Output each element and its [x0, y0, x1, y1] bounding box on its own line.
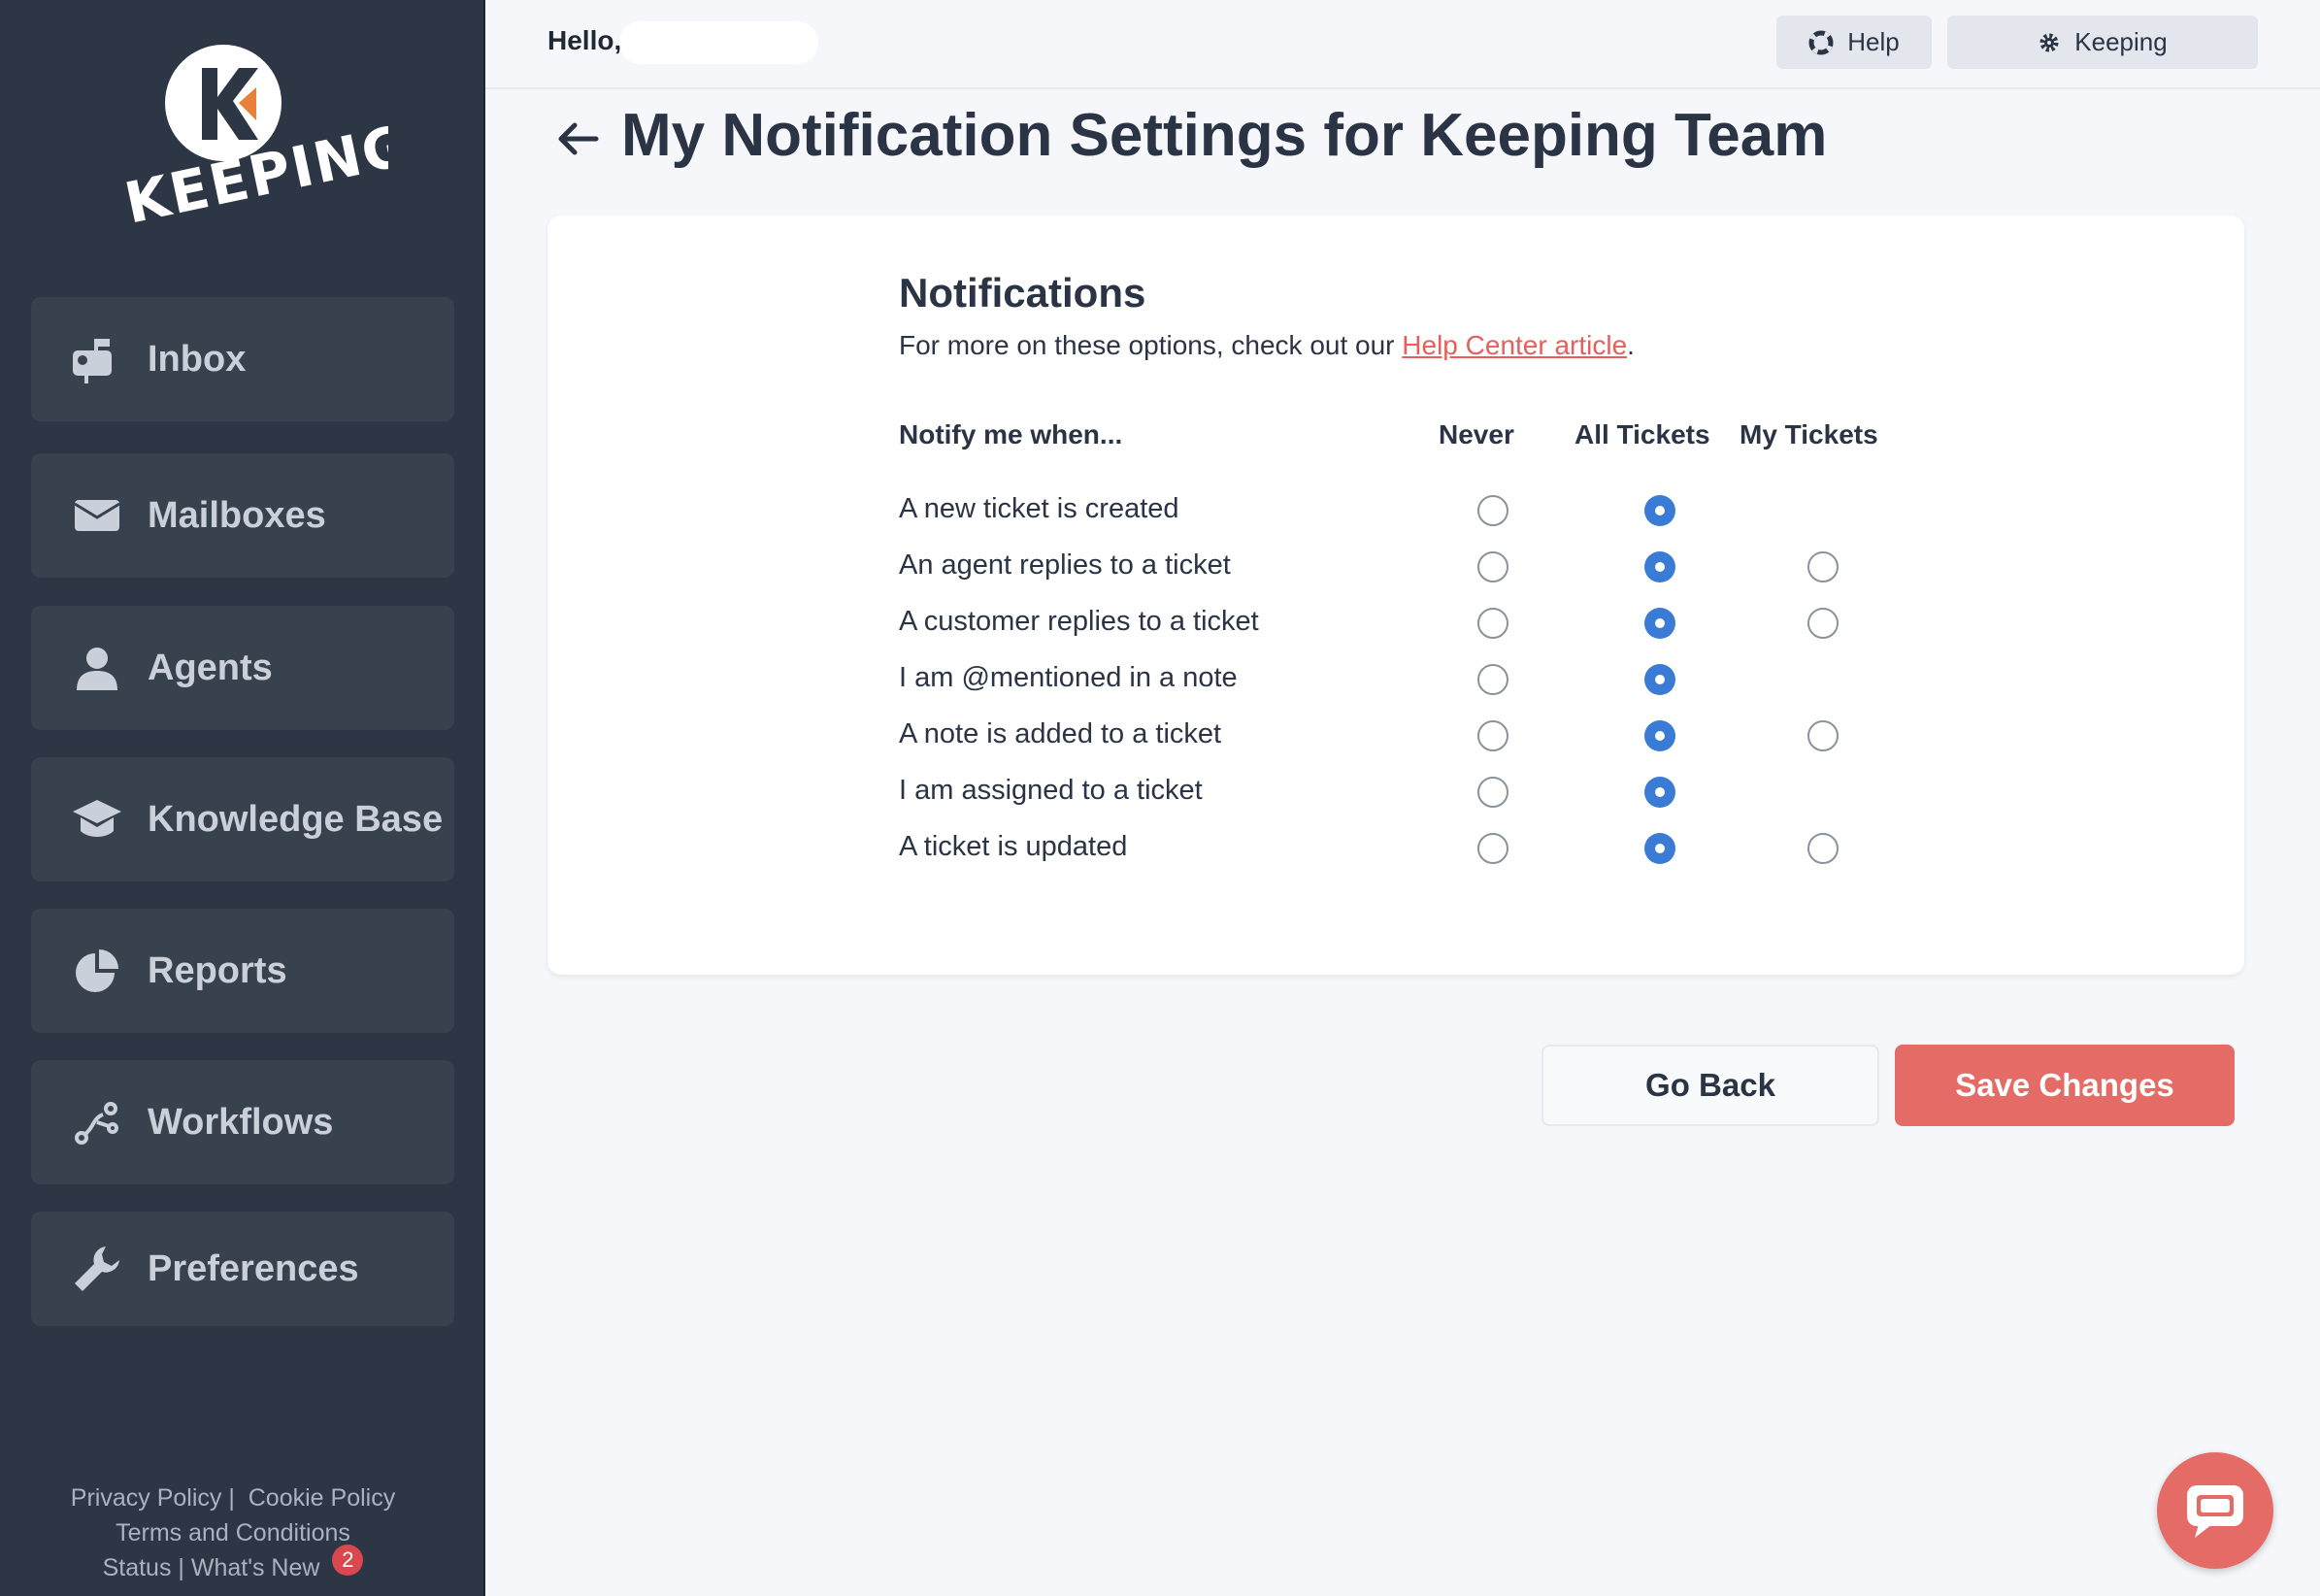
sidebar-item-label: Agents: [148, 647, 273, 688]
column-header-event: Notify me when...: [899, 419, 1123, 449]
account-label: Keeping: [2074, 27, 2168, 56]
sidebar-item-inbox[interactable]: Inbox: [31, 297, 454, 421]
user-name-redacted: [619, 21, 818, 64]
mailbox-icon: [66, 328, 128, 390]
privacy-policy-link[interactable]: Privacy Policy: [71, 1484, 222, 1512]
notification-event-label: A ticket is updated: [899, 831, 1128, 862]
chat-widget-button[interactable]: [2157, 1452, 2273, 1569]
page-title: My Notification Settings for Keeping Tea…: [621, 102, 1828, 169]
account-button[interactable]: Keeping: [1947, 16, 2258, 69]
back-arrow-icon[interactable]: [553, 115, 602, 163]
sidebar-item-reports[interactable]: Reports: [31, 909, 454, 1033]
subtitle-period: .: [1627, 330, 1635, 360]
notification-event-label: A customer replies to a ticket: [899, 606, 1259, 637]
notification-event-label: I am assigned to a ticket: [899, 775, 1203, 806]
notification-event-label: An agent replies to a ticket: [899, 549, 1231, 581]
footer-separator: |: [228, 1484, 235, 1512]
subtitle-text: For more on these options, check out our: [899, 330, 1403, 360]
help-center-link[interactable]: Help Center article: [1402, 330, 1627, 360]
column-header-never: Never: [1439, 419, 1514, 449]
help-button[interactable]: Help: [1776, 16, 1932, 69]
sidebar-item-label: Workflows: [148, 1101, 334, 1143]
radio-never[interactable]: [1477, 608, 1508, 639]
go-back-button[interactable]: Go Back: [1541, 1045, 1879, 1126]
lifebuoy-icon: [1808, 30, 1834, 55]
graduation-cap-icon: [66, 788, 128, 850]
radio-never[interactable]: [1477, 777, 1508, 808]
radio-all-tickets[interactable]: [1644, 720, 1675, 751]
section-subtitle: For more on these options, check out our…: [899, 330, 1635, 361]
sidebar-item-label: Mailboxes: [148, 494, 326, 536]
column-header-my-tickets: My Tickets: [1740, 419, 1878, 449]
sidebar: KEEPING Inbox Mailboxes Agents Knowledge…: [0, 0, 485, 1596]
radio-my-tickets[interactable]: [1807, 608, 1839, 639]
status-link[interactable]: Status: [103, 1554, 172, 1581]
radio-never[interactable]: [1477, 495, 1508, 526]
cookie-policy-link[interactable]: Cookie Policy: [249, 1484, 395, 1512]
keeping-logo[interactable]: KEEPING: [116, 39, 416, 243]
radio-never[interactable]: [1477, 551, 1508, 582]
envelope-icon: [66, 484, 128, 547]
notification-event-label: A note is added to a ticket: [899, 718, 1222, 749]
pie-chart-icon: [66, 940, 128, 1002]
wrench-icon: [66, 1238, 128, 1300]
notification-event-label: A new ticket is created: [899, 493, 1179, 524]
whats-new-badge: 2: [332, 1545, 364, 1576]
radio-all-tickets[interactable]: [1644, 495, 1675, 526]
sidebar-item-label: Knowledge Base: [148, 798, 444, 840]
sidebar-item-agents[interactable]: Agents: [31, 606, 454, 730]
sidebar-item-label: Reports: [148, 949, 287, 991]
top-bar: Hello, Help Keeping: [485, 0, 2320, 89]
radio-never[interactable]: [1477, 720, 1508, 751]
footer-separator: |: [178, 1554, 184, 1581]
radio-my-tickets[interactable]: [1807, 833, 1839, 864]
sidebar-item-preferences[interactable]: Preferences: [31, 1212, 454, 1326]
radio-all-tickets[interactable]: [1644, 664, 1675, 695]
save-changes-button[interactable]: Save Changes: [1895, 1045, 2235, 1126]
radio-all-tickets[interactable]: [1644, 833, 1675, 864]
radio-all-tickets[interactable]: [1644, 551, 1675, 582]
radio-my-tickets[interactable]: [1807, 551, 1839, 582]
gear-icon: [2038, 31, 2061, 54]
help-label: Help: [1847, 27, 1900, 56]
radio-all-tickets[interactable]: [1644, 608, 1675, 639]
whats-new-link[interactable]: What's New: [191, 1554, 320, 1581]
workflow-icon: [66, 1091, 128, 1153]
terms-link[interactable]: Terms and Conditions: [116, 1519, 350, 1546]
user-icon: [66, 637, 128, 699]
radio-never[interactable]: [1477, 833, 1508, 864]
chat-bubble-icon: [2183, 1481, 2247, 1540]
sidebar-item-mailboxes[interactable]: Mailboxes: [31, 453, 454, 578]
radio-never[interactable]: [1477, 664, 1508, 695]
sidebar-item-label: Inbox: [148, 338, 247, 380]
greeting: Hello,: [547, 25, 622, 55]
radio-my-tickets[interactable]: [1807, 720, 1839, 751]
sidebar-item-knowledge-base[interactable]: Knowledge Base: [31, 757, 454, 881]
notification-event-label: I am @mentioned in a note: [899, 662, 1238, 693]
notifications-card: Notifications For more on these options,…: [547, 216, 2244, 975]
sidebar-item-label: Preferences: [148, 1247, 359, 1289]
section-title: Notifications: [899, 270, 1146, 316]
radio-all-tickets[interactable]: [1644, 777, 1675, 808]
sidebar-item-workflows[interactable]: Workflows: [31, 1060, 454, 1184]
sidebar-footer: Privacy Policy | Cookie Policy Terms and…: [0, 1480, 466, 1585]
column-header-all-tickets: All Tickets: [1574, 419, 1710, 449]
